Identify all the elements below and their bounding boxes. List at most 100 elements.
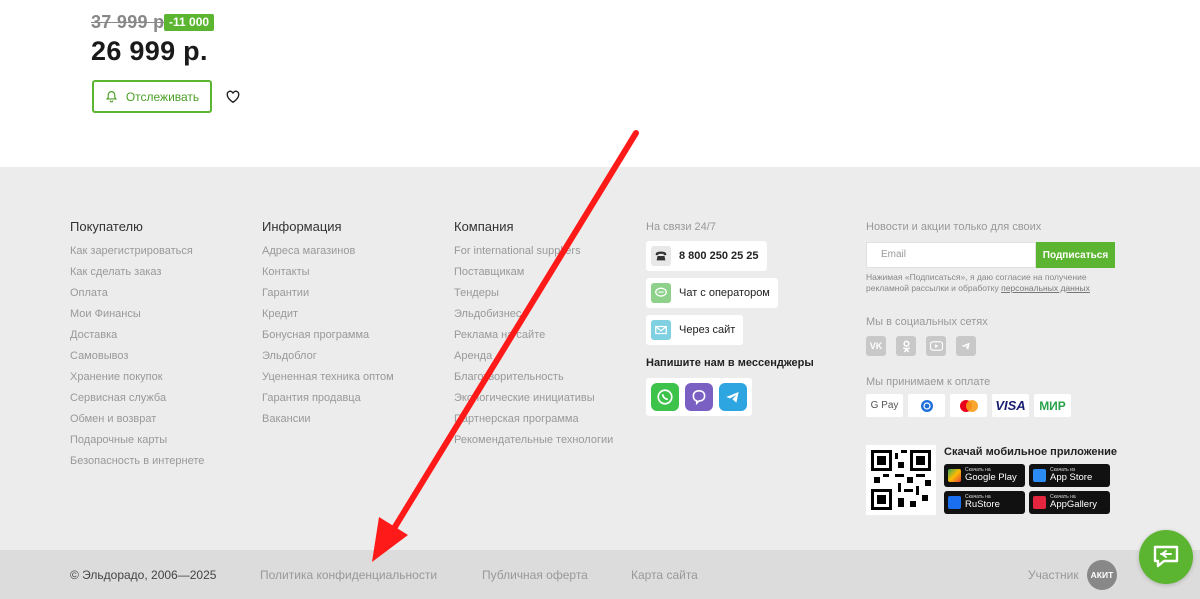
track-price-button[interactable]: Отслеживать [92, 80, 212, 113]
public-offer-link[interactable]: Публичная оферта [482, 568, 588, 582]
col-title: Компания [454, 219, 514, 234]
appgallery-icon [1033, 496, 1046, 509]
google-play-icon [948, 469, 961, 482]
footer-link[interactable]: Экологические инициативы [454, 388, 613, 409]
footer-link[interactable]: Аренда [454, 346, 613, 367]
viber-icon[interactable] [685, 383, 713, 411]
heart-icon[interactable] [226, 90, 240, 104]
footer-link[interactable]: Как зарегистрироваться [70, 241, 204, 262]
consent-link[interactable]: персональных данных [1001, 283, 1090, 293]
footer-link[interactable]: Мои Финансы [70, 304, 204, 325]
telegram-icon[interactable] [719, 383, 747, 411]
app-title: Скачай мобильное приложение [944, 446, 1118, 458]
social-links: VK [866, 336, 1126, 356]
telegram-social-icon[interactable] [956, 336, 976, 356]
col-title: Информация [262, 219, 342, 234]
app-stores: Скачать на Google Play Скачать из App Stor… [944, 464, 1117, 514]
store-name: RuStore [965, 499, 1000, 511]
footer-link[interactable]: Бонусная программа [262, 325, 394, 346]
footer-link[interactable]: Благотворительность [454, 367, 613, 388]
old-price: 37 999 р. [91, 12, 170, 32]
messengers-title: Напишите нам в мессенджеры [646, 357, 814, 369]
bottom-bar: © Эльдорадо, 2006—2025 Политика конфиден… [0, 550, 1200, 599]
chat-icon [651, 283, 671, 303]
discount-badge: -11 000 [164, 14, 215, 31]
copyright: © Эльдорадо, 2006—2025 [70, 568, 217, 582]
footer-link[interactable]: Безопасность в интернете [70, 451, 204, 472]
footer-link[interactable]: Эльдобизнес [454, 304, 613, 325]
contact-block: На связи 24/7 8 800 250 25 25 Чат с опер… [646, 221, 814, 416]
mastercard-icon [950, 394, 987, 417]
payment-caption: Мы принимаем к оплате [866, 376, 991, 388]
youtube-icon[interactable] [926, 336, 946, 356]
via-site-button[interactable]: Через сайт [646, 315, 744, 345]
social-caption: Мы в социальных сетях [866, 316, 988, 328]
email-input[interactable]: Email [866, 242, 1036, 268]
footer-link[interactable]: Сервисная служба [70, 388, 204, 409]
member-label: Участник [1028, 568, 1079, 582]
whatsapp-icon[interactable] [651, 383, 679, 411]
footer-link[interactable]: Хранение покупок [70, 367, 204, 388]
footer-link[interactable]: Тендеры [454, 283, 613, 304]
footer-link[interactable]: Гарантии [262, 283, 394, 304]
app-store-button[interactable]: Скачать из App Store [1029, 464, 1110, 487]
visa-icon: VISA [992, 394, 1029, 417]
footer-link[interactable]: Рекомендательные технологии [454, 430, 613, 451]
product-block: 37 999 р. -11 000 26 999 р. Отслеживать [0, 0, 1200, 167]
footer-link[interactable]: For international suppliers [454, 241, 613, 262]
footer-link[interactable]: Гарантия продавца [262, 388, 394, 409]
footer-link[interactable]: Уцененная техника оптом [262, 367, 394, 388]
vk-icon[interactable]: VK [866, 336, 886, 356]
messengers [646, 378, 752, 416]
footer-link[interactable]: Реклама на сайте [454, 325, 613, 346]
rustore-icon [948, 496, 961, 509]
gpay-icon: G Pay [866, 394, 903, 417]
akit-logo[interactable]: АКИТ [1087, 560, 1117, 590]
store-name: AppGallery [1050, 499, 1097, 511]
mir-icon: МИР [1034, 394, 1071, 417]
phone-icon [651, 246, 671, 266]
footer-link[interactable]: Самовывоз [70, 346, 204, 367]
footer-link[interactable]: Как сделать заказ [70, 262, 204, 283]
google-play-button[interactable]: Скачать на Google Play [944, 464, 1025, 487]
footer-link[interactable]: Контакты [262, 262, 394, 283]
chat-widget-button[interactable] [1139, 530, 1193, 584]
newsletter-block: Новости и акции только для своих Email П… [866, 221, 1126, 417]
mail-icon [651, 320, 671, 340]
odnoklassniki-icon[interactable] [896, 336, 916, 356]
footer-link[interactable]: Обмен и возврат [70, 409, 204, 430]
chat-bubble-icon [1153, 545, 1179, 568]
appgallery-button[interactable]: Скачать на AppGallery [1029, 491, 1110, 514]
footer-col-buyer: Покупателю Как зарегистрироваться Как сд… [70, 219, 204, 472]
privacy-policy-link[interactable]: Политика конфиденциальности [260, 568, 437, 582]
mobile-app-block: Скачай мобильное приложение Скачать на Go… [866, 445, 1117, 515]
footer-link[interactable]: Поставщикам [454, 262, 613, 283]
site-label: Через сайт [679, 324, 736, 336]
footer-link[interactable]: Партнерская программа [454, 409, 613, 430]
newsletter-caption: Новости и акции только для своих [866, 221, 1042, 233]
bell-icon [105, 91, 117, 103]
sitemap-link[interactable]: Карта сайта [631, 568, 698, 582]
chat-label: Чат с оператором [679, 287, 770, 299]
footer-link[interactable]: Подарочные карты [70, 430, 204, 451]
footer-link[interactable]: Кредит [262, 304, 394, 325]
app-store-icon [1033, 469, 1046, 482]
footer-link[interactable]: Доставка [70, 325, 204, 346]
rustore-button[interactable]: Скачать на RuStore [944, 491, 1025, 514]
consent-text: Нажимая «Подписаться», я даю согласие на… [866, 272, 1106, 294]
phone-button[interactable]: 8 800 250 25 25 [646, 241, 767, 271]
footer: Покупателю Как зарегистрироваться Как сд… [0, 167, 1200, 550]
current-price: 26 999 р. [91, 36, 208, 66]
footer-col-company: Компания For international suppliers Пос… [454, 219, 613, 451]
track-label: Отслеживать [125, 89, 200, 104]
qr-code [866, 445, 936, 515]
footer-col-info: Информация Адреса магазинов Контакты Гар… [262, 219, 394, 430]
footer-link[interactable]: Оплата [70, 283, 204, 304]
col-title: Покупателю [70, 219, 143, 234]
subscribe-button[interactable]: Подписаться [1036, 242, 1115, 268]
footer-link[interactable]: Адреса магазинов [262, 241, 394, 262]
contact-caption: На связи 24/7 [646, 221, 716, 233]
chat-operator-button[interactable]: Чат с оператором [646, 278, 778, 308]
footer-link[interactable]: Эльдоблог [262, 346, 394, 367]
footer-link[interactable]: Вакансии [262, 409, 394, 430]
